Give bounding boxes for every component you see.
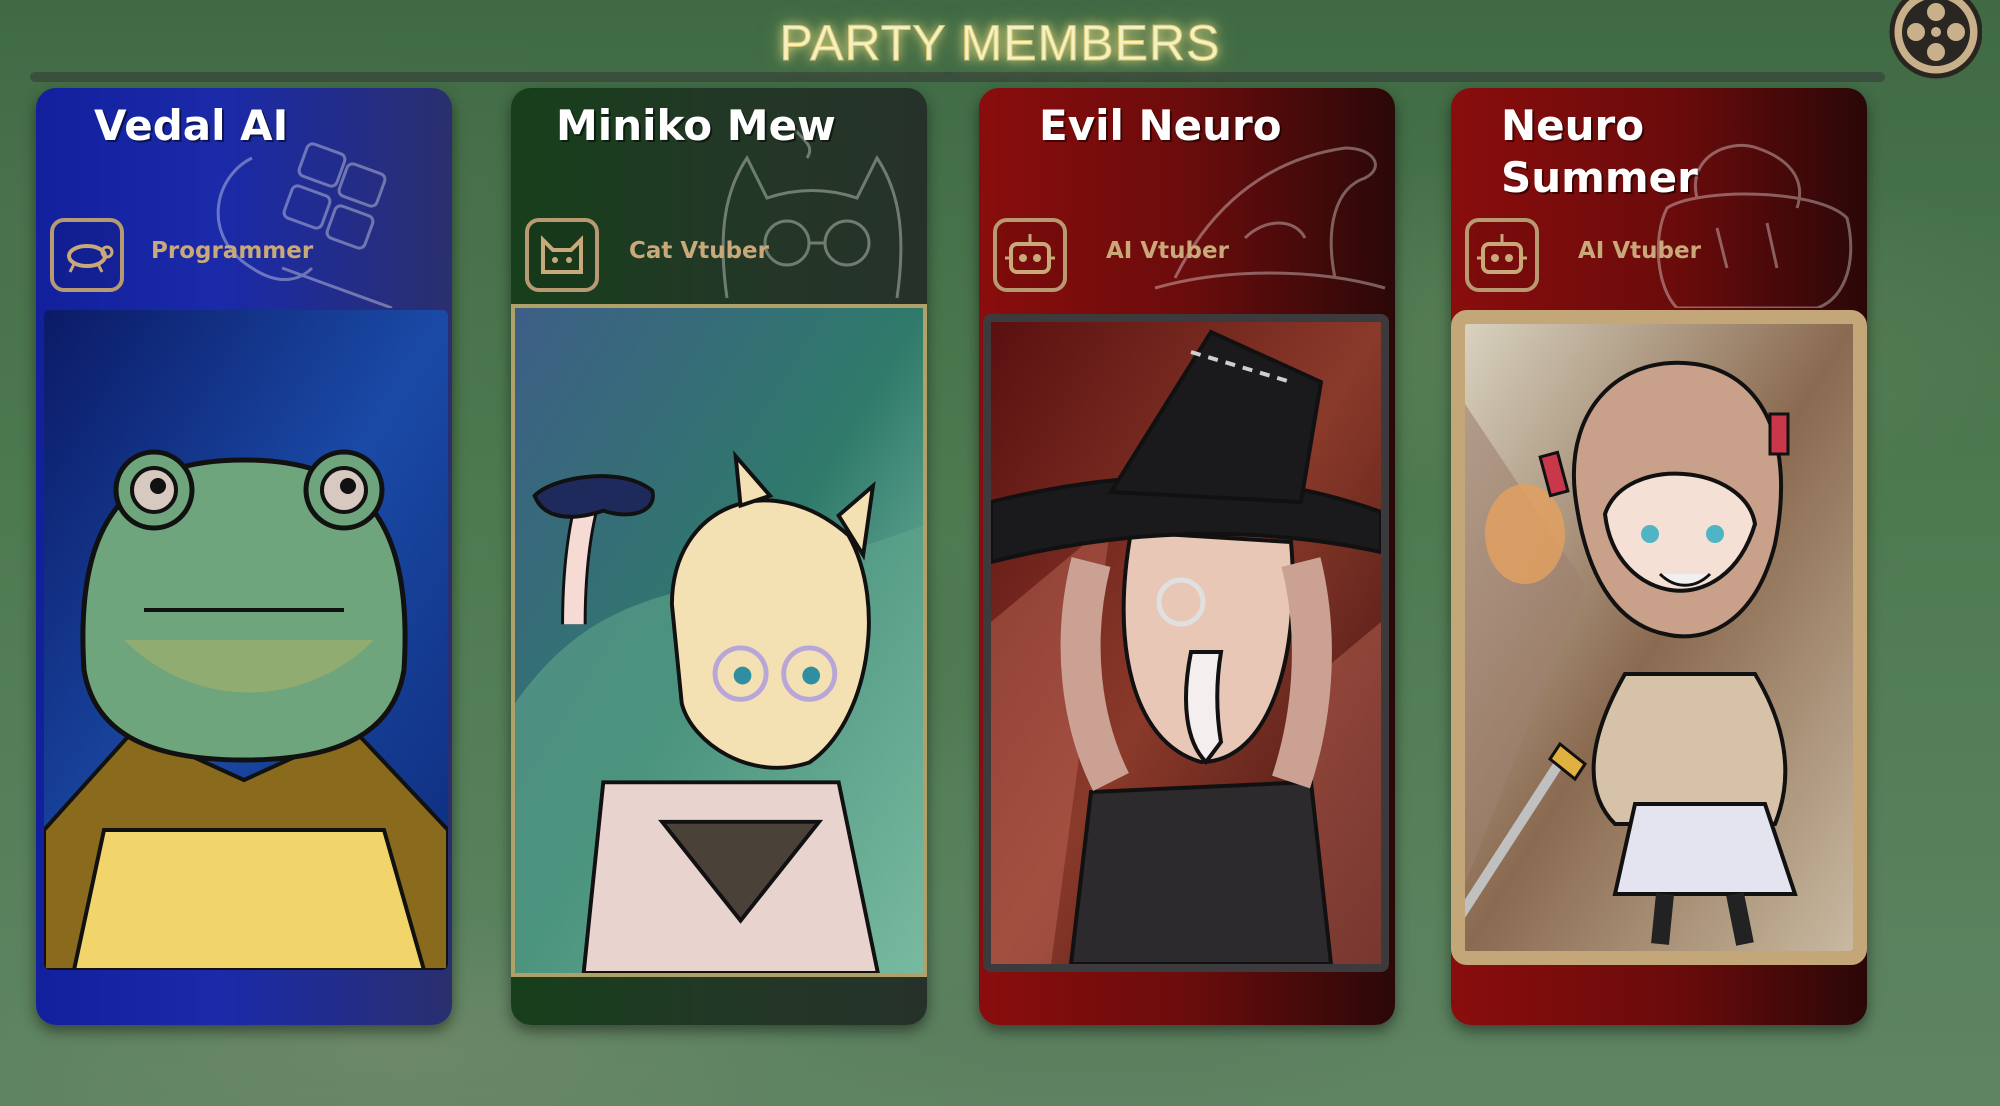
member-name: Vedal AI	[94, 101, 289, 150]
member-role: Cat Vtuber	[629, 238, 769, 264]
screen-title: PARTY MEMBERS	[779, 15, 1221, 72]
party-card-miniko-mew[interactable]: Miniko Mew Cat Vtuber	[511, 88, 927, 1025]
member-name: Neuro Summer	[1501, 101, 1698, 202]
party-card-vedal-ai[interactable]: Vedal AI Programmer	[36, 88, 452, 1025]
member-portrait	[983, 314, 1389, 972]
member-portrait	[44, 310, 448, 970]
member-role: Programmer	[151, 238, 314, 264]
film-reel-icon	[1889, 0, 1983, 79]
robot-icon	[1465, 218, 1539, 292]
member-portrait	[1451, 310, 1867, 965]
member-portrait	[511, 304, 927, 977]
settings-button[interactable]	[1886, 0, 1983, 82]
member-role: AI Vtuber	[1578, 238, 1701, 264]
member-role: AI Vtuber	[1106, 238, 1229, 264]
party-card-neuro-summer[interactable]: Neuro Summer AI Vtuber	[1451, 88, 1867, 1025]
cat-icon	[525, 218, 599, 292]
robot-icon	[993, 218, 1067, 292]
member-name: Evil Neuro	[1039, 101, 1282, 150]
turtle-icon	[50, 218, 124, 292]
member-name: Miniko Mew	[556, 101, 836, 150]
party-card-evil-neuro[interactable]: Evil Neuro AI Vtuber	[979, 88, 1395, 1025]
header-divider	[30, 72, 1885, 82]
